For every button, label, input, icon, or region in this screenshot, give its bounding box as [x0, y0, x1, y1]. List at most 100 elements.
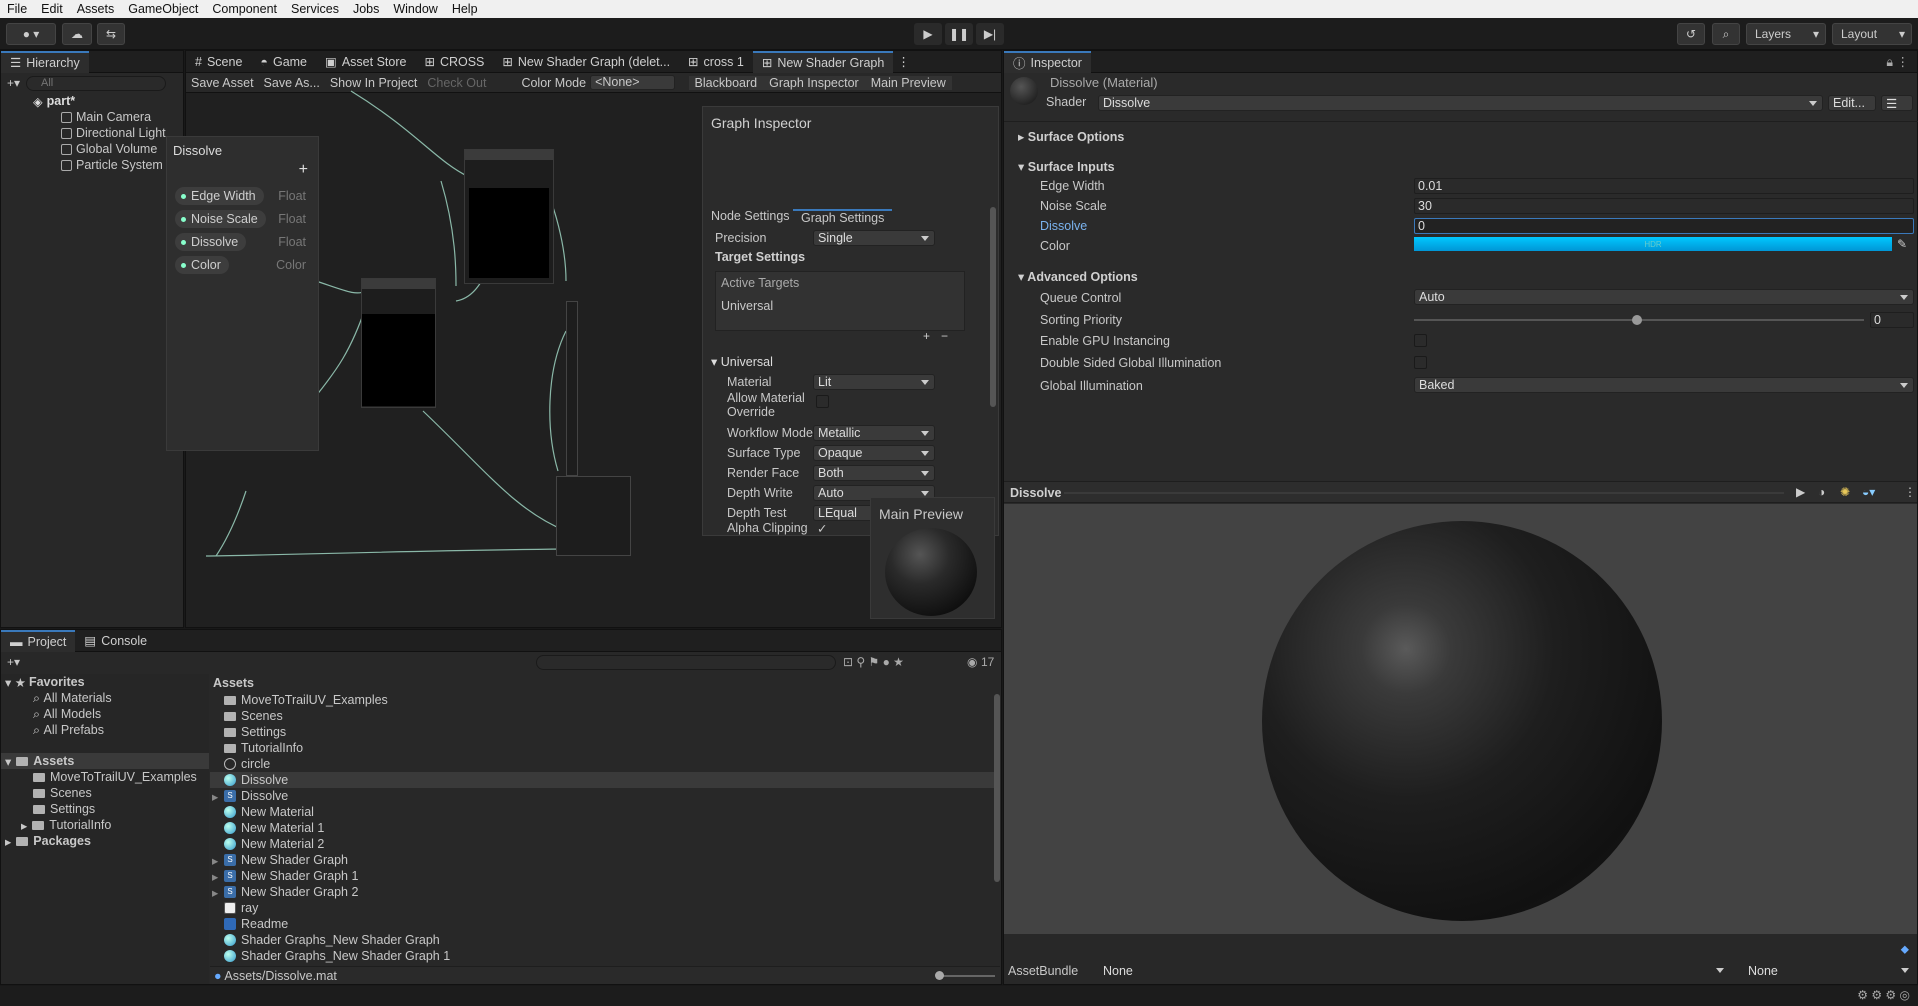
- favorites-foldout[interactable]: ▾ ★ Favorites: [1, 674, 209, 690]
- menu-jobs[interactable]: Jobs: [346, 2, 386, 16]
- preview-sphere[interactable]: [885, 528, 977, 616]
- status-icons[interactable]: ⚙ ⚙ ⚙ ◎: [1857, 988, 1910, 1002]
- global-illumination-dropdown[interactable]: Baked: [1414, 377, 1914, 393]
- hierarchy-item[interactable]: Particle System (3): [33, 157, 183, 173]
- queue-control-dropdown[interactable]: Auto: [1414, 289, 1914, 305]
- assets-foldout[interactable]: ▾ Assets: [1, 753, 209, 769]
- list-item[interactable]: Settings: [210, 724, 1000, 740]
- list-item[interactable]: ray: [210, 900, 1000, 916]
- favorite-item[interactable]: ⌕ All Models: [1, 706, 209, 722]
- eyedropper-icon[interactable]: ✎: [1897, 237, 1907, 251]
- tree-item[interactable]: ▸ TutorialInfo: [1, 817, 209, 833]
- hierarchy-search-input[interactable]: [26, 75, 167, 91]
- menu-component[interactable]: Component: [205, 2, 284, 16]
- search-button[interactable]: ⌕: [1712, 23, 1740, 45]
- step-node[interactable]: [361, 278, 436, 408]
- property-pill[interactable]: Edge Width: [175, 187, 264, 205]
- menu-window[interactable]: Window: [386, 2, 444, 16]
- sorting-priority-field[interactable]: 0: [1870, 312, 1914, 328]
- list-item[interactable]: Shader Graphs_New Shader Graph: [210, 932, 1000, 948]
- list-item[interactable]: ▸ S New Shader Graph 1: [210, 868, 1000, 884]
- scene-item[interactable]: ◈ part*: [33, 93, 183, 109]
- universal-foldout[interactable]: ▾ Universal: [711, 354, 773, 369]
- hierarchy-item[interactable]: Main Camera: [33, 109, 183, 125]
- lock-icon[interactable]: 🔒︎ ⋮: [1886, 54, 1917, 70]
- dissolve-field[interactable]: 0: [1414, 218, 1914, 234]
- remove-target-button[interactable]: −: [941, 329, 948, 343]
- collab-button[interactable]: ⇆: [97, 23, 125, 45]
- project-search-input[interactable]: [536, 654, 836, 670]
- gpu-instancing-checkbox[interactable]: [1414, 334, 1427, 347]
- expand-icon[interactable]: ▸: [212, 853, 224, 868]
- edge-width-field[interactable]: 0.01: [1414, 178, 1914, 194]
- surface-options-foldout[interactable]: ▸ Surface Options: [1018, 129, 1124, 144]
- add-target-button[interactable]: +: [923, 329, 930, 343]
- more-vert-icon[interactable]: ⋮: [1904, 485, 1916, 499]
- pause-button[interactable]: ❚❚: [945, 23, 973, 45]
- preview-sphere[interactable]: [1262, 521, 1662, 921]
- add-property-button[interactable]: +: [299, 161, 308, 179]
- list-item[interactable]: Shader Graphs_New Shader Graph 1: [210, 948, 1000, 964]
- step-button[interactable]: ▶|: [976, 23, 1004, 45]
- alpha-clipping-checkbox[interactable]: ✓: [817, 521, 827, 536]
- list-item[interactable]: MoveToTrailUV_Examples: [210, 692, 1000, 708]
- icon-size-slider[interactable]: [940, 975, 995, 977]
- tab-project[interactable]: ▬ Project: [1, 629, 76, 652]
- menu-gameobject[interactable]: GameObject: [121, 2, 205, 16]
- allow-override-checkbox[interactable]: [816, 395, 829, 408]
- menu-services[interactable]: Services: [284, 2, 346, 16]
- list-item[interactable]: circle: [210, 756, 1000, 772]
- slider-handle[interactable]: [1632, 315, 1642, 325]
- menu-file[interactable]: File: [0, 2, 34, 16]
- list-item[interactable]: TutorialInfo: [210, 740, 1000, 756]
- light-icon[interactable]: ✺: [1840, 485, 1850, 499]
- tab-graph-settings[interactable]: Graph Settings: [793, 209, 893, 225]
- hierarchy-item[interactable]: Directional Light: [33, 125, 183, 141]
- color-swatch[interactable]: HDR: [1414, 237, 1892, 251]
- property-pill[interactable]: Color: [175, 256, 229, 274]
- play-icon[interactable]: ▶: [1796, 485, 1805, 499]
- tree-item[interactable]: Settings: [1, 801, 209, 817]
- workflow-dropdown[interactable]: Metallic: [813, 425, 935, 441]
- mesh-icon[interactable]: ◒▾: [1862, 485, 1875, 499]
- list-item[interactable]: ▸ S New Shader Graph 2: [210, 884, 1000, 900]
- list-item[interactable]: ▸ S Dissolve: [210, 788, 1000, 804]
- double-sided-gi-checkbox[interactable]: [1414, 356, 1427, 369]
- expand-icon[interactable]: ▸: [212, 885, 224, 900]
- active-target-item[interactable]: Universal: [721, 299, 773, 313]
- render-face-dropdown[interactable]: Both: [813, 465, 935, 481]
- precision-dropdown[interactable]: Single: [813, 230, 935, 246]
- assetbundle-dropdown[interactable]: None: [1099, 963, 1729, 979]
- history-button[interactable]: ↺: [1677, 23, 1705, 45]
- tab-inspector[interactable]: ⓘ Inspector: [1004, 50, 1091, 73]
- cloud-button[interactable]: ☁: [62, 23, 92, 45]
- noise-scale-field[interactable]: 30: [1414, 198, 1914, 214]
- layers-dropdown[interactable]: Layers ▾: [1746, 23, 1826, 45]
- add-icon[interactable]: +▾: [7, 76, 20, 90]
- tree-item[interactable]: MoveToTrailUV_Examples: [1, 769, 209, 785]
- advanced-options-foldout[interactable]: ▾ Advanced Options: [1018, 269, 1138, 284]
- tab-console[interactable]: ▤ Console: [75, 630, 156, 652]
- tab-node-settings[interactable]: Node Settings: [711, 209, 790, 223]
- surface-inputs-foldout[interactable]: ▾ Surface Inputs: [1018, 159, 1115, 174]
- packages-foldout[interactable]: ▸ Packages: [1, 833, 209, 849]
- fragment-block[interactable]: [556, 476, 631, 556]
- menu-help[interactable]: Help: [445, 2, 485, 16]
- multiply-node[interactable]: [464, 149, 554, 284]
- tab-hierarchy[interactable]: ☰ Hierarchy: [1, 50, 89, 73]
- material-dropdown[interactable]: Lit: [813, 374, 935, 390]
- filter-icons[interactable]: ⊡ ⚲ ⚑ ● ★: [843, 655, 904, 669]
- menu-edit[interactable]: Edit: [34, 2, 70, 16]
- inspector-scrollbar[interactable]: [990, 207, 996, 407]
- list-item[interactable]: Scenes: [210, 708, 1000, 724]
- surface-type-dropdown[interactable]: Opaque: [813, 445, 935, 461]
- shader-options-button[interactable]: ☰: [1881, 95, 1913, 111]
- vertex-block[interactable]: [566, 301, 578, 476]
- list-item[interactable]: Readme: [210, 916, 1000, 932]
- list-item[interactable]: New Material 1: [210, 820, 1000, 836]
- play-button[interactable]: ▶: [914, 23, 942, 45]
- add-icon[interactable]: +▾: [7, 655, 20, 669]
- tree-item[interactable]: Scenes: [1, 785, 209, 801]
- breadcrumb[interactable]: Assets: [210, 674, 1000, 692]
- preview-drag-handle[interactable]: [1064, 492, 1784, 494]
